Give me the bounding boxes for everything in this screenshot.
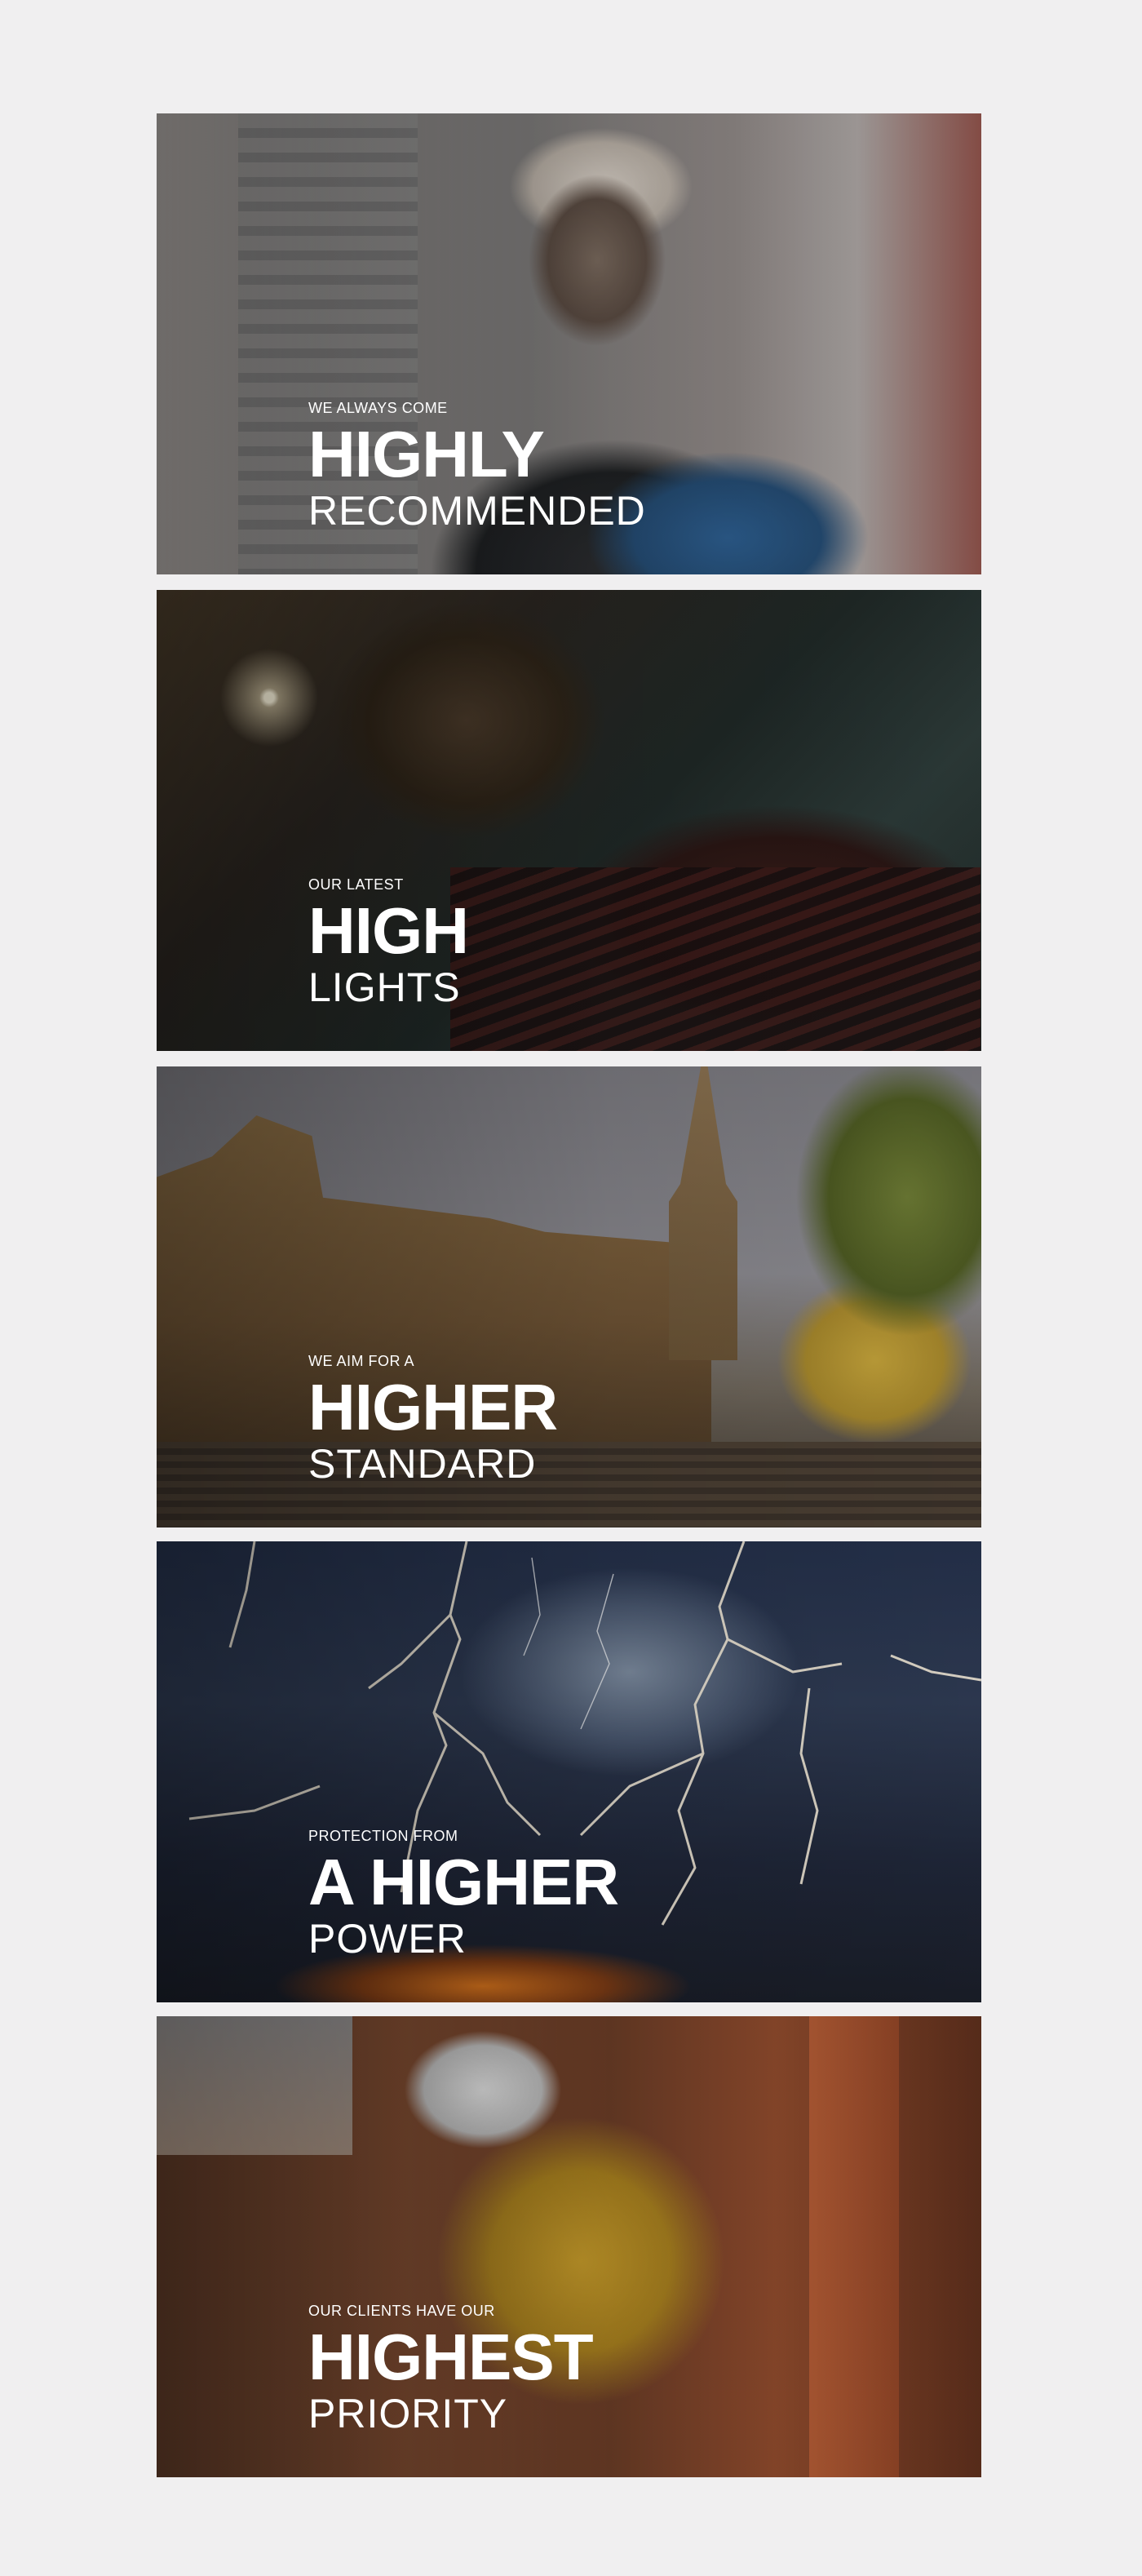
panel-caption: OUR CLIENTS HAVE OUR HIGHEST PRIORITY	[308, 2303, 594, 2436]
panel-caption: WE AIM FOR A HIGHER STANDARD	[308, 1353, 558, 1487]
caption-subline: POWER	[308, 1916, 467, 1962]
caption-headline: HIGHEST	[308, 2321, 594, 2393]
caption-subline: PRIORITY	[308, 2391, 508, 2436]
caption-subline: RECOMMENDED	[308, 488, 646, 534]
panel-caption: PROTECTION FROM A HIGHER POWER	[308, 1828, 619, 1962]
caption-kicker: OUR LATEST	[308, 876, 404, 893]
panel-higher-power[interactable]: PROTECTION FROM A HIGHER POWER	[157, 1541, 981, 2002]
caption-headline: A HIGHER	[308, 1846, 619, 1918]
caption-headline: HIGHER	[308, 1371, 558, 1443]
caption-kicker: WE ALWAYS COME	[308, 400, 448, 416]
panel-caption: OUR LATEST HIGH LIGHTS	[308, 876, 469, 1010]
caption-headline: HIGH	[308, 894, 469, 967]
panel-highest-priority[interactable]: OUR CLIENTS HAVE OUR HIGHEST PRIORITY	[157, 2016, 981, 2477]
caption-headline: HIGHLY	[308, 418, 545, 490]
panel-highlights[interactable]: OUR LATEST HIGH LIGHTS	[157, 590, 981, 1051]
caption-kicker: OUR CLIENTS HAVE OUR	[308, 2303, 495, 2319]
caption-kicker: WE AIM FOR A	[308, 1353, 415, 1369]
caption-kicker: PROTECTION FROM	[308, 1828, 458, 1844]
panel-highly-recommended[interactable]: WE ALWAYS COME HIGHLY RECOMMENDED	[157, 113, 981, 574]
panel-higher-standard[interactable]: WE AIM FOR A HIGHER STANDARD	[157, 1066, 981, 1527]
panel-caption: WE ALWAYS COME HIGHLY RECOMMENDED	[308, 401, 646, 531]
caption-subline: STANDARD	[308, 1441, 537, 1487]
caption-subline: LIGHTS	[308, 964, 461, 1010]
